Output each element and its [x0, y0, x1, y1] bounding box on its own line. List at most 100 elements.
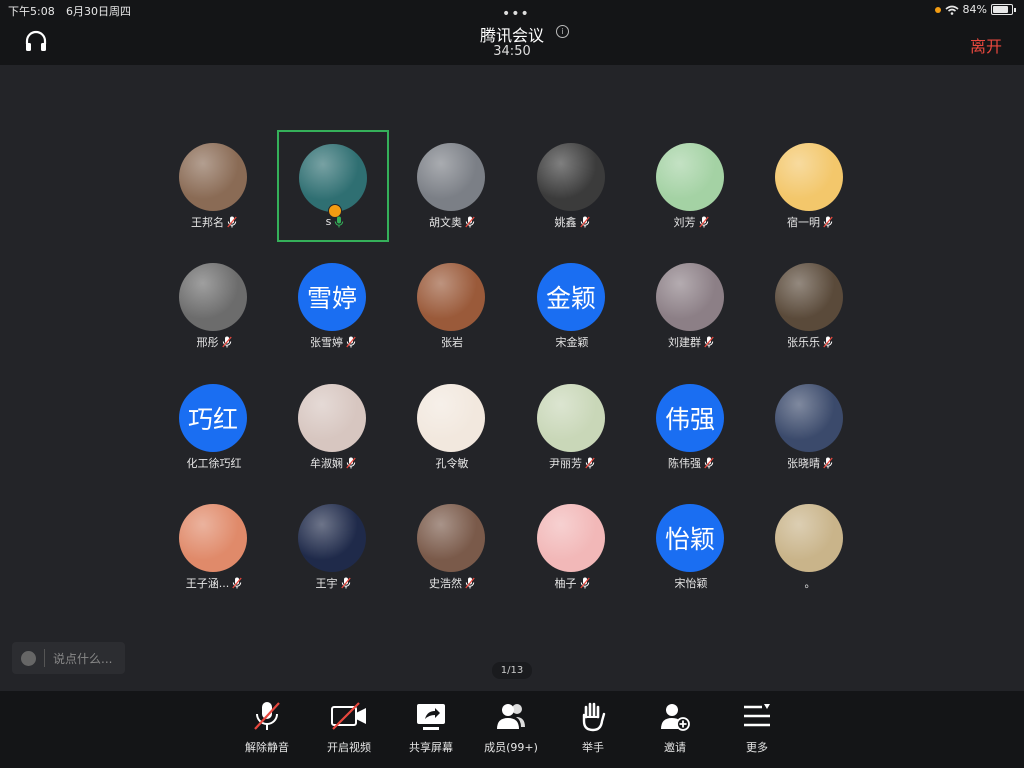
avatar [537, 384, 605, 452]
participant-tile[interactable]: 柚子 [516, 491, 628, 603]
participant-name: 柚子 [554, 577, 577, 590]
avatar [298, 504, 366, 572]
participant-name-row: 宿一明 [754, 214, 866, 230]
avatar [775, 384, 843, 452]
participant-tile[interactable]: 张晓晴 [754, 371, 866, 483]
participant-tile[interactable]: 巧红 化工徐巧红 [158, 371, 270, 483]
participant-name-row: 牟淑娴 [277, 455, 389, 471]
mic-muted-icon [227, 216, 237, 228]
participant-name-row: 陈伟强 [635, 455, 747, 471]
participant-tile[interactable]: 金颖 宋金颖 [516, 250, 628, 362]
participant-name-row: 张晓晴 [754, 455, 866, 471]
participant-tile[interactable]: 尹丽芳 [516, 371, 628, 483]
participant-tile[interactable]: 邢彤 [158, 250, 270, 362]
avatar: 金颖 [537, 263, 605, 331]
mic-muted-icon [221, 336, 232, 348]
meeting-header: ••• 腾讯会议 i 34:50 离开 [0, 6, 1024, 65]
mic-muted-icon [579, 577, 590, 589]
participant-tile[interactable]: 张乐乐 [754, 250, 866, 362]
participant-tile[interactable]: 刘芳 [635, 130, 747, 242]
members-label: 成员(99+) [484, 741, 538, 754]
participant-tile[interactable]: 牟淑娴 [277, 371, 389, 483]
participant-tile[interactable]: 姚鑫 [516, 130, 628, 242]
participant-name-row: 宋怡颖 [635, 575, 747, 591]
participant-name-row: 张乐乐 [754, 334, 866, 350]
participant-name-row: 张雪婷 [277, 334, 389, 350]
participant-name-row: 刘建群 [635, 334, 747, 350]
participant-name-row: 。 [754, 575, 866, 591]
status-date: 6月30日周四 [66, 5, 131, 18]
participant-tile[interactable]: 王邦名 [158, 130, 270, 242]
members-button[interactable]: 成员(99+) [476, 699, 546, 755]
avatar [775, 504, 843, 572]
raise-hand-label: 举手 [582, 741, 604, 754]
participant-name: s [325, 215, 332, 228]
mic-muted-icon [579, 216, 590, 228]
participant-name-row: 史浩然 [396, 575, 508, 591]
invite-icon [661, 704, 690, 731]
leave-button[interactable]: 离开 [970, 33, 1002, 57]
avatar [417, 263, 485, 331]
meeting-toolbar: 解除静音 开启视频 共享屏幕 成员(99+) 举手 邀请 更多 [0, 691, 1024, 768]
participant-name: 张晓晴 [787, 457, 820, 470]
participant-tile[interactable]: 史浩然 [396, 491, 508, 603]
avatar [298, 384, 366, 452]
participant-name-row: 化工徐巧红 [158, 455, 270, 471]
participant-name: 宋怡颖 [674, 577, 708, 590]
invite-label: 邀请 [664, 741, 686, 754]
more-icon [744, 704, 770, 727]
more-button[interactable]: 更多 [722, 699, 792, 755]
emoji-icon[interactable] [21, 650, 36, 666]
participant-name: 邢彤 [196, 336, 219, 349]
participant-name: 王宇 [315, 577, 338, 590]
participant-tile[interactable]: 王宇 [277, 491, 389, 603]
recording-dot-icon [934, 6, 941, 13]
participant-tile[interactable]: 宿一明 [754, 130, 866, 242]
unmute-button[interactable]: 解除静音 [232, 699, 302, 755]
mic-muted-icon [232, 577, 242, 589]
mic-muted-icon [346, 457, 356, 469]
participant-name-row: 胡文奥 [396, 214, 508, 230]
status-indicators: 84% [934, 3, 1016, 16]
avatar [179, 263, 247, 331]
drag-handle-icon[interactable]: ••• [502, 6, 530, 22]
participant-name: 胡文奥 [429, 216, 462, 229]
avatar [537, 504, 605, 572]
participant-name: 。 [804, 577, 816, 590]
participant-name: 化工徐巧红 [186, 457, 242, 470]
unmute-label: 解除静音 [245, 741, 289, 754]
participant-tile[interactable]: 伟强 陈伟强 [635, 371, 747, 483]
participant-tile[interactable]: 刘建群 [635, 250, 747, 362]
participant-tile[interactable]: 孔令敏 [396, 371, 508, 483]
participant-name: 刘建群 [668, 336, 701, 349]
avatar [299, 144, 367, 212]
participant-tile[interactable]: 王子涵... [158, 491, 270, 603]
participant-name-row: 王子涵... [158, 575, 270, 591]
participant-tile[interactable]: 胡文奥 [396, 130, 508, 242]
avatar: 伟强 [656, 384, 724, 452]
share-screen-button[interactable]: 共享屏幕 [396, 699, 466, 755]
info-icon[interactable]: i [556, 25, 569, 38]
participant-tile[interactable]: s [277, 130, 389, 242]
chat-input[interactable]: 说点什么... [12, 642, 125, 674]
avatar: 雪婷 [298, 263, 366, 331]
raise-hand-button[interactable]: 举手 [558, 699, 628, 755]
avatar [417, 504, 485, 572]
video-button[interactable]: 开启视频 [314, 699, 384, 755]
avatar: 巧红 [179, 384, 247, 452]
participant-name: 姚鑫 [554, 216, 577, 229]
mic-muted-icon [823, 216, 833, 228]
invite-button[interactable]: 邀请 [640, 699, 710, 755]
mic-muted-icon [704, 336, 714, 348]
participant-tile[interactable]: 张岩 [396, 250, 508, 362]
chat-placeholder: 说点什么... [53, 651, 113, 666]
participant-name-row: s [279, 215, 391, 228]
avatar [179, 143, 247, 211]
participant-name-row: 姚鑫 [516, 214, 628, 230]
mic-muted-icon [823, 336, 833, 348]
participant-tile[interactable]: 。 [754, 491, 866, 603]
participant-tile[interactable]: 雪婷 张雪婷 [277, 250, 389, 362]
chat-divider [44, 649, 45, 667]
participant-tile[interactable]: 怡颖 宋怡颖 [635, 491, 747, 603]
members-icon [497, 704, 525, 729]
